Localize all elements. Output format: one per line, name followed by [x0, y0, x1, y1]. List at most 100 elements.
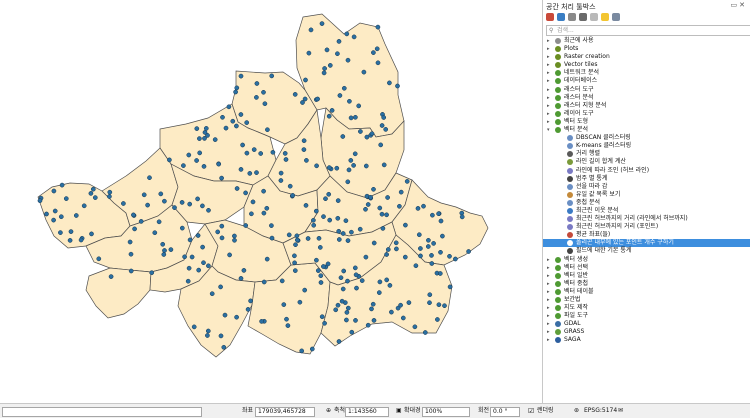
algorithm-item[interactable]: 선을 따라 감	[543, 183, 750, 191]
algorithm-item[interactable]: 라인 길이 합계 계산	[543, 158, 750, 166]
algorithm-item[interactable]: 중첩 분석	[543, 199, 750, 207]
provider-group[interactable]: ▸ 최근에 사용	[543, 37, 750, 45]
results-viewer-icon[interactable]	[579, 13, 587, 21]
point-marker	[303, 203, 309, 208]
expand-arrow-icon[interactable]: ▸	[547, 102, 553, 110]
expand-arrow-icon[interactable]: ▸	[547, 69, 553, 77]
crs-label[interactable]: EPSG:5174	[584, 404, 617, 418]
provider-group[interactable]: ▸ 벡터 중첩	[543, 280, 750, 288]
expand-arrow-icon[interactable]: ▸	[547, 336, 553, 344]
provider-group[interactable]: ▸ 레이어 도구	[543, 110, 750, 118]
expand-arrow-icon[interactable]: ▸	[547, 280, 553, 288]
magnifier-field[interactable]: 100%	[422, 407, 470, 417]
provider-group[interactable]: ▸ SAGA	[543, 336, 750, 344]
point-marker	[395, 83, 400, 89]
bulb-icon[interactable]	[601, 13, 609, 21]
qgis-icon	[555, 118, 561, 125]
provider-group[interactable]: ▸ Raster creation	[543, 53, 750, 61]
expand-arrow-icon[interactable]: ▸	[547, 272, 553, 280]
qgis-icon	[555, 305, 561, 312]
provider-group[interactable]: ▸ GDAL	[543, 320, 750, 328]
rotation-field[interactable]: 0.0 °	[490, 407, 520, 417]
algorithm-item[interactable]: 유일 값 목록 보기	[543, 191, 750, 199]
expand-arrow-icon[interactable]: ▸	[547, 118, 553, 126]
messages-icon[interactable]: ✉	[618, 404, 623, 418]
python-scripts-icon[interactable]	[557, 13, 565, 21]
point-marker	[145, 202, 150, 208]
point-marker	[223, 125, 229, 131]
provider-group[interactable]: ▸ 벡터 테이블	[543, 288, 750, 296]
collapse-arrow-icon[interactable]: ▾	[547, 126, 553, 134]
expand-arrow-icon[interactable]: ▸	[547, 86, 553, 94]
algorithm-item[interactable]: 최근린 허브까지의 거리 (포인트)	[543, 223, 750, 231]
point-marker	[323, 196, 328, 202]
models-icon[interactable]	[546, 13, 554, 21]
magnifier-label: 확대경	[404, 407, 421, 414]
point-marker	[191, 324, 197, 330]
provider-group[interactable]: ▸ GRASS	[543, 328, 750, 336]
provider-group[interactable]: ▸ 벡터 생성	[543, 256, 750, 264]
expand-arrow-icon[interactable]: ▸	[547, 288, 553, 296]
expand-arrow-icon[interactable]: ▸	[547, 37, 553, 45]
point-marker	[345, 179, 351, 185]
crs-icon[interactable]: ⊛	[574, 404, 579, 418]
history-icon[interactable]	[568, 13, 576, 21]
point-marker	[371, 186, 376, 192]
scale-field[interactable]: 1:143560	[345, 407, 389, 417]
point-marker	[218, 333, 224, 339]
point-marker	[220, 114, 225, 120]
expand-arrow-icon[interactable]: ▸	[547, 110, 553, 118]
point-marker	[347, 98, 352, 104]
edit-features-icon[interactable]	[590, 13, 598, 21]
lock-scale-icon[interactable]: ⊕	[326, 404, 331, 418]
panel-window-buttons[interactable]: ▭✕	[731, 1, 747, 9]
search-input[interactable]: ⚲ 검색...	[546, 25, 750, 36]
provider-group[interactable]: ▸ 래스터 분석	[543, 94, 750, 102]
algorithm-item[interactable]: 폴리곤 내부에 있는 포인트 개수 구하기	[543, 239, 750, 248]
options-icon[interactable]	[612, 13, 620, 21]
expand-arrow-icon[interactable]: ▸	[547, 94, 553, 102]
coordinate-field[interactable]: 179039,465728	[255, 407, 315, 417]
expand-arrow-icon[interactable]: ▸	[547, 77, 553, 85]
provider-group[interactable]: ▸ 래스터 지형 분석	[543, 102, 750, 110]
point-marker	[343, 218, 349, 224]
provider-group[interactable]: ▸ 벡터 선택	[543, 264, 750, 272]
expand-arrow-icon[interactable]: ▸	[547, 328, 553, 336]
provider-group[interactable]: ▸ 데이터베이스	[543, 77, 750, 85]
algorithm-item[interactable]: 범주 별 통계	[543, 175, 750, 183]
item-label: 벡터 선택	[564, 263, 588, 271]
provider-group[interactable]: ▾ 벡터 분석	[543, 126, 750, 134]
algorithm-item[interactable]: 라인에 따라 조인 (허브 라인)	[543, 167, 750, 175]
expand-arrow-icon[interactable]: ▸	[547, 296, 553, 304]
algorithm-item[interactable]: DBSCAN 클러스터링	[543, 134, 750, 142]
locator-search[interactable]	[2, 407, 202, 417]
provider-group[interactable]: ▸ 보간법	[543, 296, 750, 304]
provider-group[interactable]: ▸ 지도 제작	[543, 304, 750, 312]
algorithm-item[interactable]: 거리 행렬	[543, 150, 750, 158]
expand-arrow-icon[interactable]: ▸	[547, 53, 553, 61]
item-label: 파일 도구	[564, 312, 588, 320]
expand-arrow-icon[interactable]: ▸	[547, 312, 553, 320]
expand-arrow-icon[interactable]: ▸	[547, 61, 553, 69]
provider-group[interactable]: ▸ 래스터 도구	[543, 86, 750, 94]
provider-group[interactable]: ▸ 벡터 일반	[543, 272, 750, 280]
map-canvas[interactable]	[0, 0, 543, 403]
point-marker	[364, 134, 370, 140]
algorithm-item[interactable]: K-means 클러스터링	[543, 142, 750, 150]
provider-group[interactable]: ▸ Plots	[543, 45, 750, 53]
algorithm-item[interactable]: 최근린 허브까지의 거리 (라인에서 허브까지)	[543, 215, 750, 223]
algorithm-item[interactable]: 최근린 이웃 분석	[543, 207, 750, 215]
provider-group[interactable]: ▸ 파일 도구	[543, 312, 750, 320]
expand-arrow-icon[interactable]: ▸	[547, 304, 553, 312]
expand-arrow-icon[interactable]: ▸	[547, 256, 553, 264]
provider-group[interactable]: ▸ 벡터 도형	[543, 118, 750, 126]
expand-arrow-icon[interactable]: ▸	[547, 45, 553, 53]
render-checkbox[interactable]: ☑	[528, 404, 534, 418]
point-marker	[344, 317, 349, 323]
expand-arrow-icon[interactable]: ▸	[547, 264, 553, 272]
algorithm-item[interactable]: 필드에 대한 기본 통계	[543, 247, 750, 255]
hub-icon	[567, 224, 573, 231]
point-marker	[44, 211, 49, 217]
expand-arrow-icon[interactable]: ▸	[547, 320, 553, 328]
qgis-icon	[555, 272, 561, 279]
